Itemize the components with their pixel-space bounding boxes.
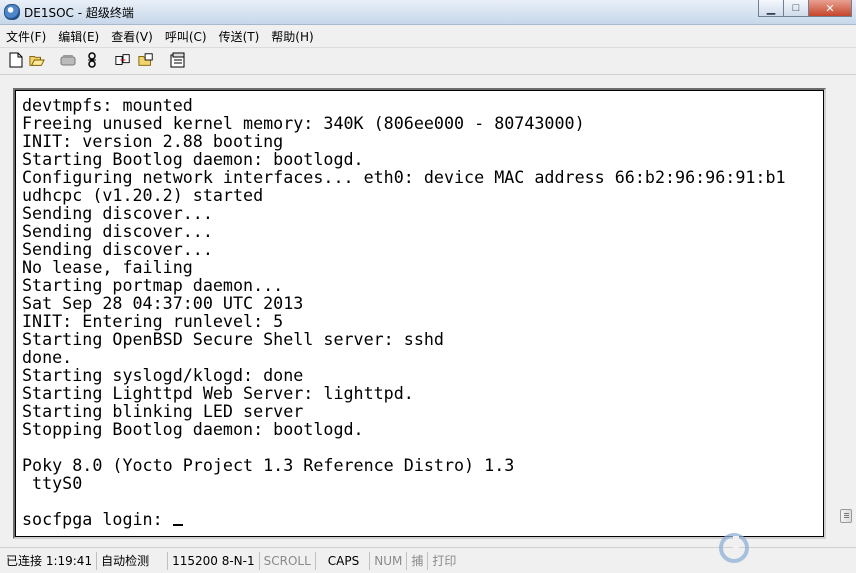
receive-icon[interactable] [138,52,154,68]
login-prompt: socfpga login: [22,509,173,529]
terminal-line: udhcpc (v1.20.2) started [22,185,264,205]
terminal-line: Sat Sep 28 04:37:00 UTC 2013 [22,293,304,313]
menu-edit[interactable]: 编辑(E) [52,28,105,45]
status-connected-time: 已连接 1:19:41 [0,551,98,570]
open-folder-icon[interactable] [29,52,45,68]
login-prompt-line[interactable]: socfpga login: [22,510,786,528]
hyperterminal-app-icon[interactable] [4,4,20,20]
toolbar [0,48,856,75]
menu-bar: 文件(F) 编辑(E) 查看(V) 呼叫(C) 传送(T) 帮助(H) [0,25,856,48]
new-document-icon[interactable] [8,52,24,68]
terminal-line: Poky 8.0 (Yocto Project 1.3 Reference Di… [22,455,515,475]
status-scroll: SCROLL [260,551,316,570]
eeworld-logo-icon [719,533,749,563]
menu-call[interactable]: 呼叫(C) [159,28,213,45]
status-caps: CAPS [316,551,371,570]
terminal-line: No lease, failing [22,257,193,277]
terminal-line: Starting OpenBSD Secure Shell server: ss… [22,329,444,349]
terminal-line: Starting syslogd/klogd: done [22,365,304,385]
terminal-line: Configuring network interfaces... eth0: … [22,167,786,187]
call-icon[interactable] [60,52,76,68]
terminal-line: Starting portmap daemon... [22,275,284,295]
status-capture: 捕 [407,551,429,570]
scrollbar-thumb[interactable] [840,509,852,523]
status-num: NUM [370,551,408,570]
terminal-line: devtmpfs: mounted [22,95,193,115]
terminal-line: ttyS0 [22,473,83,493]
maximize-button[interactable]: □ [783,0,809,17]
vertical-scrollbar[interactable] [838,88,854,539]
terminal-line: Starting Bootlog daemon: bootlogd. [22,149,364,169]
terminal-output: devtmpfs: mounted Freeing unused kernel … [22,96,786,528]
menu-help[interactable]: 帮助(H) [265,28,319,45]
terminal-line: Sending discover... [22,221,213,241]
text-cursor [172,524,183,526]
terminal-line: Starting blinking LED server [22,401,304,421]
minimize-button[interactable]: ▁ [758,0,784,17]
disconnect-icon[interactable] [84,52,100,68]
window-controls: ▁ □ ✕ [758,0,852,18]
terminal-line: Sending discover... [22,203,213,223]
close-button[interactable]: ✕ [808,0,852,17]
terminal-line: done. [22,347,73,367]
title-bar[interactable]: DE1SOC - 超级终端 ▁ □ ✕ [0,0,856,25]
status-print: 打印 [432,553,457,568]
terminal-line: Sending discover... [22,239,213,259]
terminal-line: Freeing unused kernel memory: 340K (806e… [22,113,585,133]
menu-view[interactable]: 查看(V) [105,28,159,45]
menu-transfer[interactable]: 传送(T) [213,28,266,45]
terminal-screen[interactable]: devtmpfs: mounted Freeing unused kernel … [13,88,826,539]
properties-icon[interactable] [170,52,186,68]
terminal-line: INIT: version 2.88 booting [22,131,284,151]
status-port-settings: 115200 8-N-1 [168,551,260,570]
eeworld-watermark [716,528,854,568]
menu-file[interactable]: 文件(F) [0,28,52,45]
terminal-line: Starting Lighttpd Web Server: lighttpd. [22,383,414,403]
status-auto-detect: 自动检测 [97,551,169,570]
terminal-line: Stopping Bootlog daemon: bootlogd. [22,419,364,439]
send-icon[interactable] [115,52,131,68]
terminal-line: INIT: Entering runlevel: 5 [22,311,284,331]
window-title: DE1SOC - 超级终端 [24,6,134,20]
